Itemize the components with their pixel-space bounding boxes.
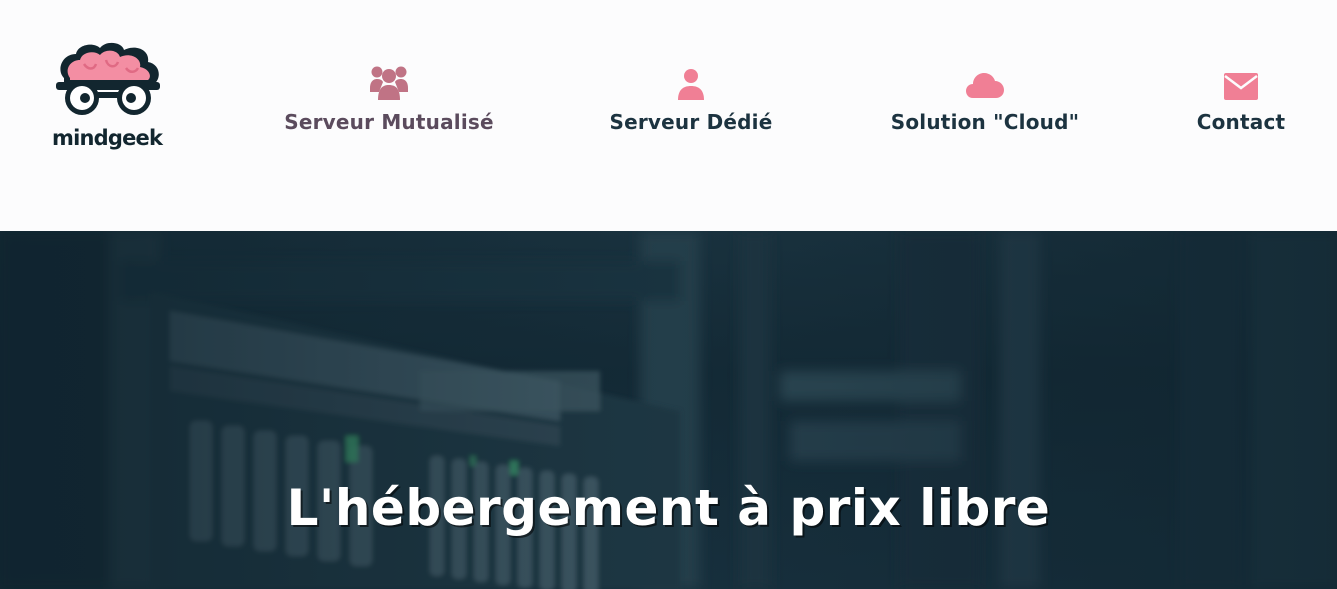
cloud-icon <box>868 64 1102 102</box>
user-icon <box>590 64 792 102</box>
group-icon <box>265 64 513 102</box>
nav-item-serveur-mutualise[interactable]: Serveur Mutualisé <box>265 64 513 144</box>
logo-text: mindgeek <box>52 126 163 150</box>
envelope-icon <box>1180 64 1302 102</box>
hero-banner: L'hébergement à prix libre <box>0 231 1337 589</box>
brain-with-glasses-icon <box>56 42 160 115</box>
nav-label: Serveur Mutualisé <box>284 110 494 134</box>
hero-title: L'hébergement à prix libre <box>286 479 1051 537</box>
nav-item-serveur-dedie[interactable]: Serveur Dédié <box>590 64 792 144</box>
nav-label: Contact <box>1196 110 1286 134</box>
nav-label: Serveur Dédié <box>609 110 773 134</box>
site-header: mindgeek Serveur Mutualisé Serveur Dédié <box>0 0 1337 231</box>
nav-item-solution-cloud[interactable]: Solution "Cloud" <box>868 64 1102 144</box>
nav-item-contact[interactable]: Contact <box>1180 64 1302 144</box>
nav-label: Solution "Cloud" <box>890 110 1080 134</box>
site-logo[interactable]: mindgeek <box>50 40 168 158</box>
